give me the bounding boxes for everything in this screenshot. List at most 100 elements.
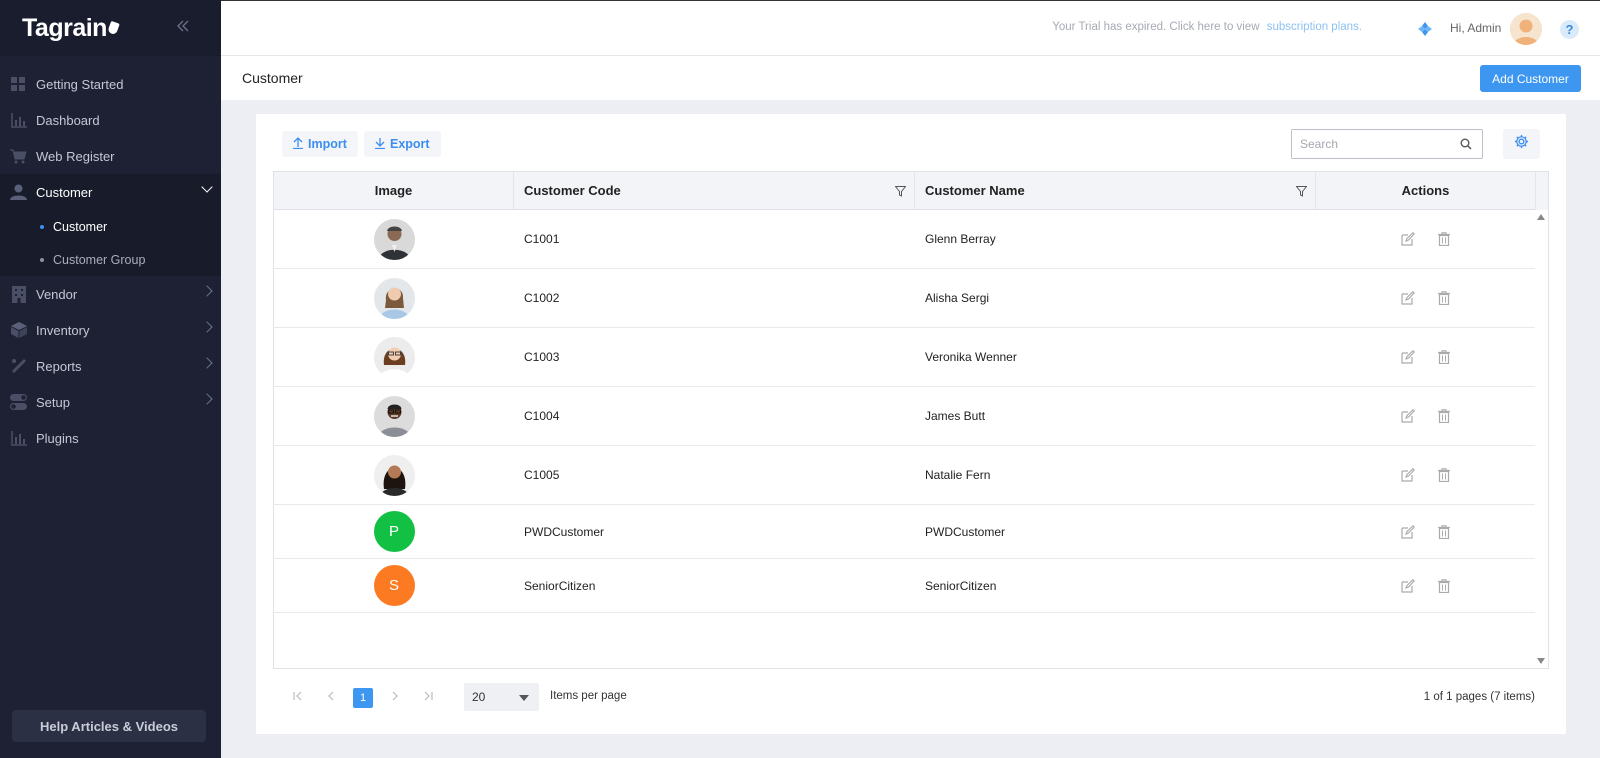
chevron-right-icon bbox=[201, 357, 213, 369]
sidebar-item-setup[interactable]: Setup bbox=[0, 384, 221, 420]
page-size-select[interactable]: 20 bbox=[464, 683, 539, 711]
help-articles-button[interactable]: Help Articles & Videos bbox=[12, 710, 206, 742]
help-icon[interactable]: ? bbox=[1560, 20, 1579, 39]
scroll-up-arrow-icon[interactable] bbox=[1537, 214, 1545, 220]
add-customer-button[interactable]: Add Customer bbox=[1480, 65, 1581, 92]
sidebar-item-getting-started[interactable]: Getting Started bbox=[0, 66, 221, 102]
sidebar-item-label: Getting Started bbox=[36, 76, 124, 92]
download-icon bbox=[375, 137, 385, 152]
column-header-customer-name[interactable]: Customer Name bbox=[915, 172, 1316, 209]
export-label: Export bbox=[390, 137, 430, 151]
customer-name-cell: Veronika Wenner bbox=[925, 350, 1017, 364]
table-row[interactable]: C1005 Natalie Fern bbox=[274, 446, 1535, 505]
import-label: Import bbox=[308, 137, 347, 151]
building-icon bbox=[10, 285, 27, 303]
trash-icon[interactable] bbox=[1436, 349, 1452, 365]
sidebar-subitem-label: Customer bbox=[53, 219, 108, 234]
sidebar-subitem-label: Customer Group bbox=[53, 252, 146, 267]
trash-icon[interactable] bbox=[1436, 231, 1452, 247]
edit-icon[interactable] bbox=[1400, 290, 1416, 306]
customer-photo bbox=[373, 395, 415, 437]
last-page-icon[interactable] bbox=[418, 688, 438, 708]
column-header-customer-code[interactable]: Customer Code bbox=[514, 172, 915, 209]
sidebar-item-customer[interactable]: Customer bbox=[0, 174, 221, 210]
edit-icon[interactable] bbox=[1400, 349, 1416, 365]
ruler-icon bbox=[10, 358, 27, 375]
logo-tag-icon bbox=[107, 20, 120, 36]
table-row[interactable]: P PWDCustomer PWDCustomer bbox=[274, 505, 1535, 559]
sidebar-item-reports[interactable]: Reports bbox=[0, 348, 221, 384]
image-cell: P bbox=[274, 511, 514, 552]
bullet-icon bbox=[40, 257, 44, 262]
sidebar-subitem-customer-group[interactable]: Customer Group bbox=[0, 243, 221, 276]
table-row[interactable]: C1003 Veronika Wenner bbox=[274, 328, 1535, 387]
table-row[interactable]: S SeniorCitizen SeniorCitizen bbox=[274, 559, 1535, 613]
next-page-icon[interactable] bbox=[385, 688, 405, 708]
import-button[interactable]: Import bbox=[282, 131, 358, 157]
table-row[interactable]: C1004 James Butt bbox=[274, 387, 1535, 446]
bar-chart-icon bbox=[10, 112, 27, 129]
scroll-down-arrow-icon[interactable] bbox=[1537, 658, 1545, 664]
customer-photo bbox=[373, 336, 415, 378]
customer-photo bbox=[373, 218, 415, 260]
search-icon[interactable] bbox=[1460, 137, 1474, 151]
customer-photo bbox=[373, 277, 415, 319]
filter-icon[interactable] bbox=[1295, 185, 1308, 197]
image-cell bbox=[274, 454, 514, 496]
topbar: Your Trial has expired. Click here to vi… bbox=[221, 0, 1600, 56]
customer-code-cell: SeniorCitizen bbox=[524, 578, 596, 593]
trash-icon[interactable] bbox=[1436, 578, 1452, 594]
sidebar-item-inventory[interactable]: Inventory bbox=[0, 312, 221, 348]
previous-page-icon[interactable] bbox=[321, 688, 341, 708]
table-row[interactable]: C1002 Alisha Sergi bbox=[274, 269, 1535, 328]
trash-icon[interactable] bbox=[1436, 290, 1452, 306]
grid-body: C1001 Glenn Berray C1002 Alisha Sergi C1… bbox=[274, 210, 1535, 613]
vertical-scrollbar[interactable] bbox=[1535, 210, 1548, 668]
column-header-image[interactable]: Image bbox=[274, 172, 514, 209]
edit-icon[interactable] bbox=[1400, 467, 1416, 483]
actions-cell bbox=[1316, 467, 1535, 483]
page-number-button[interactable]: 1 bbox=[353, 688, 373, 708]
edit-icon[interactable] bbox=[1400, 408, 1416, 424]
trash-icon[interactable] bbox=[1436, 408, 1452, 424]
app-logo[interactable]: Tagrain bbox=[22, 14, 107, 43]
chevron-right-icon bbox=[201, 393, 213, 405]
collapse-sidebar-icon[interactable] bbox=[175, 18, 193, 36]
edit-icon[interactable] bbox=[1400, 231, 1416, 247]
search-input[interactable] bbox=[1292, 130, 1452, 158]
user-greeting[interactable]: Hi, Admin bbox=[1450, 21, 1501, 35]
settings-button[interactable] bbox=[1503, 129, 1540, 159]
sidebar-item-plugins[interactable]: Plugins bbox=[0, 420, 221, 456]
trash-icon[interactable] bbox=[1436, 524, 1452, 540]
customer-submenu: Customer Customer Group bbox=[0, 210, 221, 276]
column-header-label: Customer Name bbox=[925, 183, 1025, 198]
edit-icon[interactable] bbox=[1400, 578, 1416, 594]
sidebar-nav: Getting Started Dashboard Web Register C… bbox=[0, 66, 221, 456]
filter-icon[interactable] bbox=[894, 185, 907, 197]
image-cell bbox=[274, 336, 514, 378]
customer-photo bbox=[373, 454, 415, 496]
chevron-down-icon bbox=[201, 181, 213, 193]
sidebar-item-web-register[interactable]: Web Register bbox=[0, 138, 221, 174]
customer-code-cell: C1005 bbox=[524, 468, 560, 482]
diamond-icon[interactable] bbox=[1418, 22, 1432, 36]
customer-code-cell: C1002 bbox=[524, 291, 560, 305]
sidebar-item-vendor[interactable]: Vendor bbox=[0, 276, 221, 312]
trash-icon[interactable] bbox=[1436, 467, 1452, 483]
toggle-icon bbox=[10, 394, 27, 411]
customer-code-cell: PWDCustomer bbox=[524, 524, 605, 539]
table-row[interactable]: C1001 Glenn Berray bbox=[274, 210, 1535, 269]
trial-notice[interactable]: Your Trial has expired. Click here to vi… bbox=[1052, 21, 1362, 33]
sidebar-subitem-customer[interactable]: Customer bbox=[0, 210, 221, 243]
subscription-link[interactable]: subscription plans. bbox=[1267, 21, 1362, 33]
sidebar-item-dashboard[interactable]: Dashboard bbox=[0, 102, 221, 138]
page-size-value: 20 bbox=[472, 690, 486, 704]
customer-card: Import Export Image Customer Code Cus bbox=[256, 114, 1566, 734]
user-avatar[interactable] bbox=[1510, 13, 1542, 45]
grid-icon bbox=[10, 76, 27, 93]
export-button[interactable]: Export bbox=[364, 131, 441, 157]
edit-icon[interactable] bbox=[1400, 524, 1416, 540]
chevron-down-icon bbox=[519, 695, 529, 701]
first-page-icon[interactable] bbox=[288, 688, 308, 708]
items-per-page-label: Items per page bbox=[550, 690, 627, 702]
